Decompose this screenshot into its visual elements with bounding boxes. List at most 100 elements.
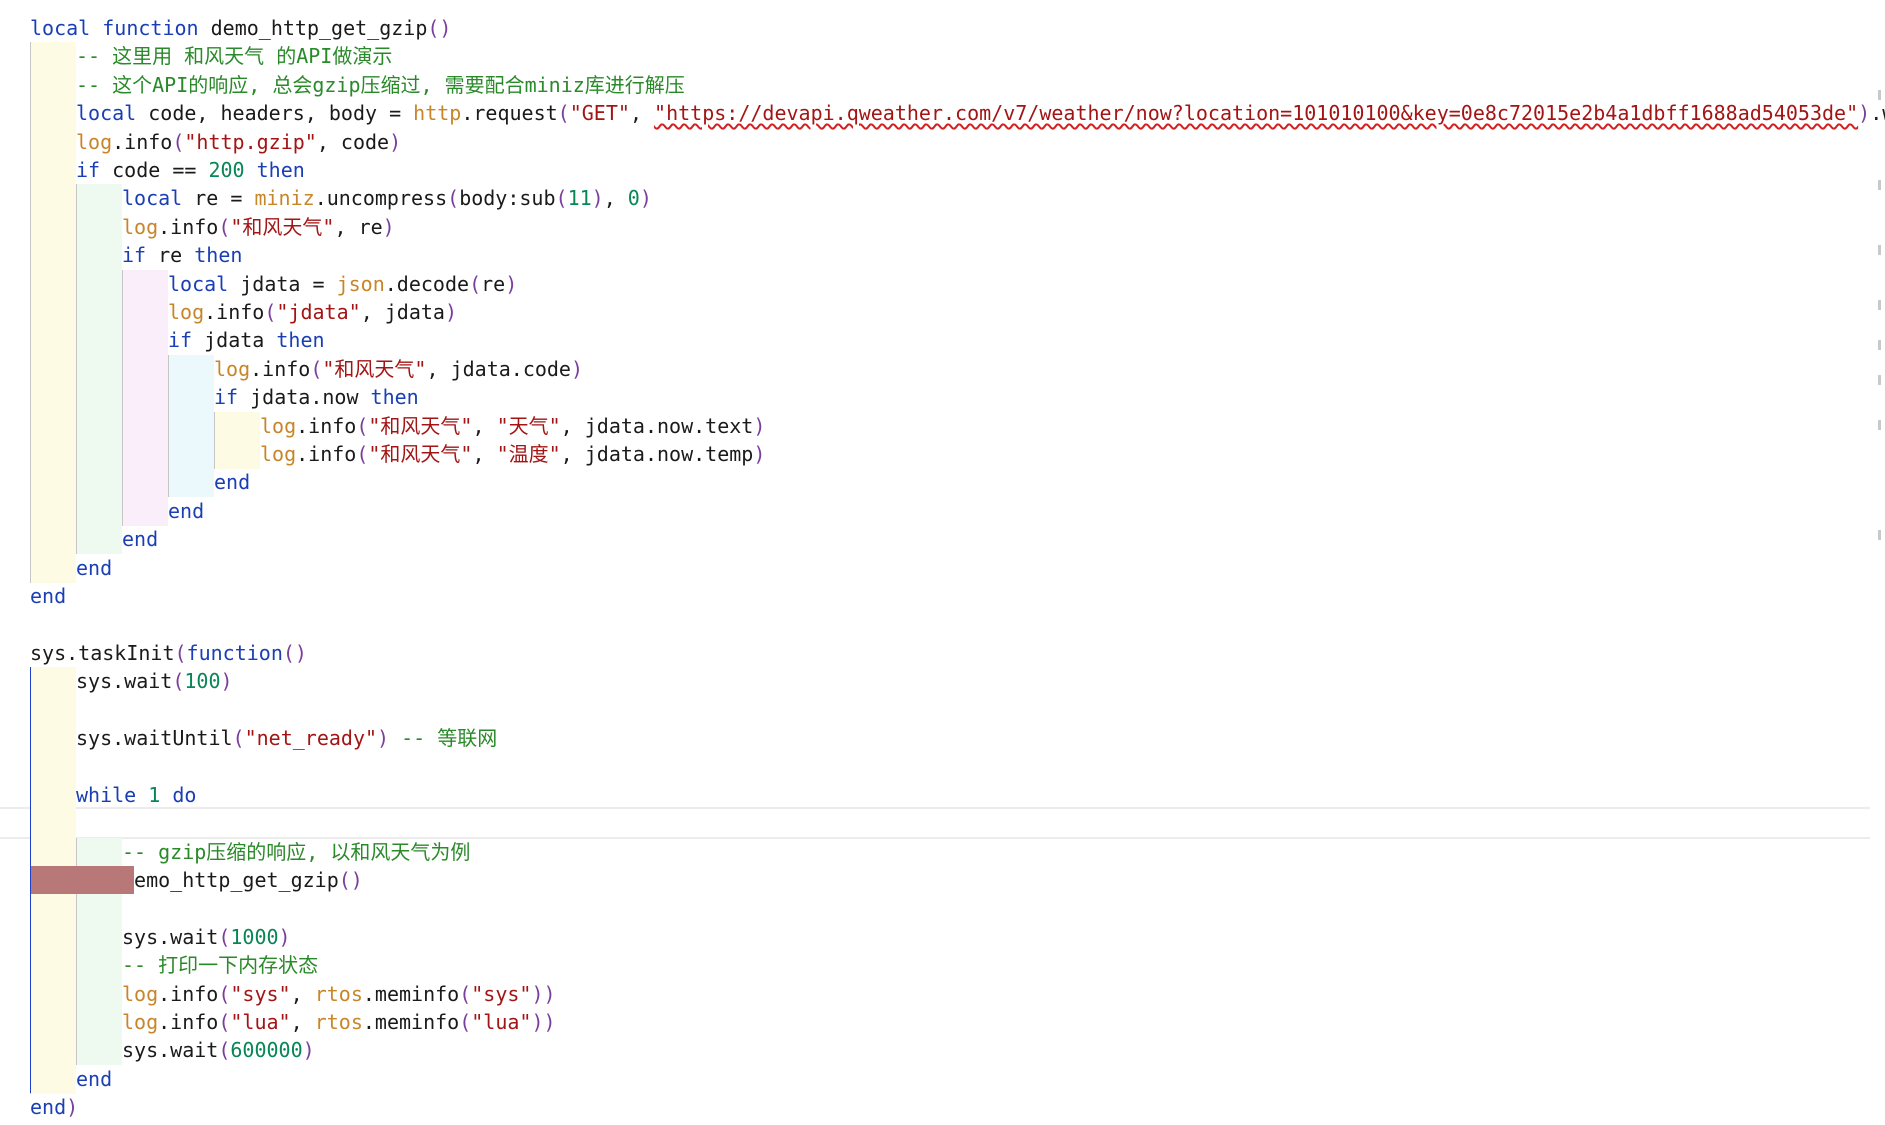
indent-band	[30, 1008, 76, 1037]
code-line[interactable]: while 1 do	[76, 781, 196, 809]
code-line[interactable]: end	[30, 582, 66, 610]
indent-band	[122, 411, 168, 441]
code-token: re	[481, 271, 506, 296]
code-line[interactable]: log.info("sys", rtos.meminfo("sys"))	[122, 980, 556, 1008]
code-keyword: local	[30, 16, 91, 40]
indent-guide	[122, 411, 123, 441]
code-token: ()	[427, 16, 452, 40]
code-keyword: function	[102, 16, 199, 40]
breakpoint-marker[interactable]	[30, 866, 134, 894]
code-line[interactable]: local function demo_http_get_gzip()	[30, 14, 451, 42]
code-line[interactable]: if re then	[122, 241, 242, 269]
indent-band	[76, 922, 122, 952]
code-string: "net_ready"	[244, 726, 378, 750]
indent-guide	[168, 411, 169, 441]
code-line[interactable]: end	[214, 468, 250, 496]
indent-band	[30, 354, 76, 384]
code-line[interactable]: if jdata.now then	[214, 383, 419, 411]
indent-band	[30, 553, 76, 583]
code-line[interactable]: -- 这里用 和风天气 的API做演示	[76, 42, 392, 70]
code-line[interactable]: log.info("和风天气", "温度", jdata.now.temp)	[260, 440, 765, 468]
indent-band	[76, 894, 122, 924]
code-token: (	[356, 442, 369, 466]
code-line[interactable]: if code == 200 then	[76, 156, 305, 184]
code-token: log	[168, 300, 205, 324]
indent-band	[76, 354, 122, 384]
code-token: , jdata.now.text	[560, 413, 754, 438]
indent-guide	[30, 468, 31, 498]
code-token: .info	[296, 413, 357, 438]
code-token: sys.waitUntil	[76, 726, 233, 750]
code-line[interactable]: sys.waitUntil("net_ready") -- 等联网	[76, 724, 497, 752]
indent-band	[30, 411, 76, 441]
code-token: sys.wait	[122, 1038, 219, 1063]
code-line[interactable]: sys.wait(600000)	[122, 1036, 315, 1064]
code-line[interactable]: if jdata then	[168, 326, 325, 354]
code-line[interactable]: local re = miniz.uncompress(body:sub(11)…	[122, 184, 652, 212]
code-line[interactable]: end	[122, 525, 158, 553]
indent-guide	[168, 440, 169, 469]
indent-band	[168, 411, 214, 441]
code-line[interactable]: log.info("jdata", jdata)	[168, 298, 457, 326]
code-line[interactable]: log.info("lua", rtos.meminfo("lua"))	[122, 1008, 556, 1036]
code-string: "jdata"	[276, 300, 361, 324]
code-line[interactable]: end)	[30, 1093, 78, 1121]
code-line[interactable]: end	[76, 554, 112, 582]
code-line[interactable]: -- 打印一下内存状态	[122, 951, 318, 979]
indent-band	[122, 354, 168, 384]
code-line[interactable]: demo_http_get_gzip()	[122, 866, 363, 894]
code-token: log	[76, 129, 113, 154]
indent-guide	[168, 383, 169, 413]
code-line[interactable]: end	[76, 1065, 112, 1093]
code-line[interactable]: log.info("和风天气", re)	[122, 213, 395, 241]
code-token: demo_http_get_gzip	[122, 868, 339, 892]
code-token: 0	[627, 186, 640, 211]
indent-guide	[76, 525, 77, 555]
code-line[interactable]: log.info("http.gzip", code)	[76, 128, 401, 156]
code-line[interactable]: local jdata = json.decode(re)	[168, 270, 517, 298]
code-keyword: end	[168, 498, 205, 523]
code-line[interactable]: log.info("和风天气", "天气", jdata.now.text)	[260, 412, 765, 440]
code-line[interactable]: -- gzip压缩的响应, 以和风天气为例	[122, 838, 470, 866]
code-token: (	[218, 1038, 231, 1063]
indent-band	[168, 440, 214, 469]
code-line[interactable]: sys.wait(1000)	[122, 923, 291, 951]
indent-band	[76, 496, 122, 526]
code-comment: -- 打印一下内存状态	[122, 953, 319, 978]
code-token: rtos	[314, 1010, 363, 1034]
code-line[interactable]: sys.wait(100)	[76, 667, 233, 695]
indent-guide	[30, 440, 31, 469]
indent-guide	[122, 298, 123, 327]
code-line[interactable]: end	[168, 497, 204, 525]
indent-band	[30, 695, 76, 725]
code-line[interactable]: -- 这个API的响应, 总会gzip压缩过, 需要配合miniz库进行解压	[76, 71, 685, 99]
indent-guide	[30, 298, 31, 327]
code-token: .wait	[1870, 101, 1885, 126]
code-token: )	[639, 186, 652, 211]
code-string: "http.gzip"	[184, 129, 317, 154]
code-token: log	[214, 356, 251, 381]
indent-guide	[30, 496, 31, 526]
scrollbar-marker	[1878, 530, 1881, 540]
code-token: (	[459, 981, 472, 1006]
code-line[interactable]: sys.taskInit(function()	[30, 639, 307, 667]
code-token: .meminfo	[362, 981, 460, 1006]
code-line[interactable]: local code, headers, body = http.request…	[76, 99, 1885, 127]
code-comment: -- 这里用 和风天气 的API做演示	[76, 44, 393, 69]
code-line[interactable]: log.info("和风天气", jdata.code)	[214, 355, 583, 383]
indent-guide	[76, 979, 77, 1009]
code-token: 600000	[230, 1038, 303, 1063]
code-editor[interactable]: local function demo_http_get_gzip() -- 这里…	[0, 0, 1885, 1125]
indent-guide	[122, 468, 123, 498]
code-keyword: end	[30, 584, 67, 608]
indent-band	[122, 298, 168, 327]
indent-band	[76, 269, 122, 299]
indent-guide	[30, 553, 31, 583]
code-string: "天气"	[496, 413, 561, 438]
indent-band	[30, 156, 76, 185]
indent-guide	[30, 99, 31, 129]
code-keyword: local	[122, 186, 183, 211]
indent-band	[30, 440, 76, 469]
code-token: rtos	[314, 981, 363, 1006]
indent-guide	[30, 525, 31, 555]
